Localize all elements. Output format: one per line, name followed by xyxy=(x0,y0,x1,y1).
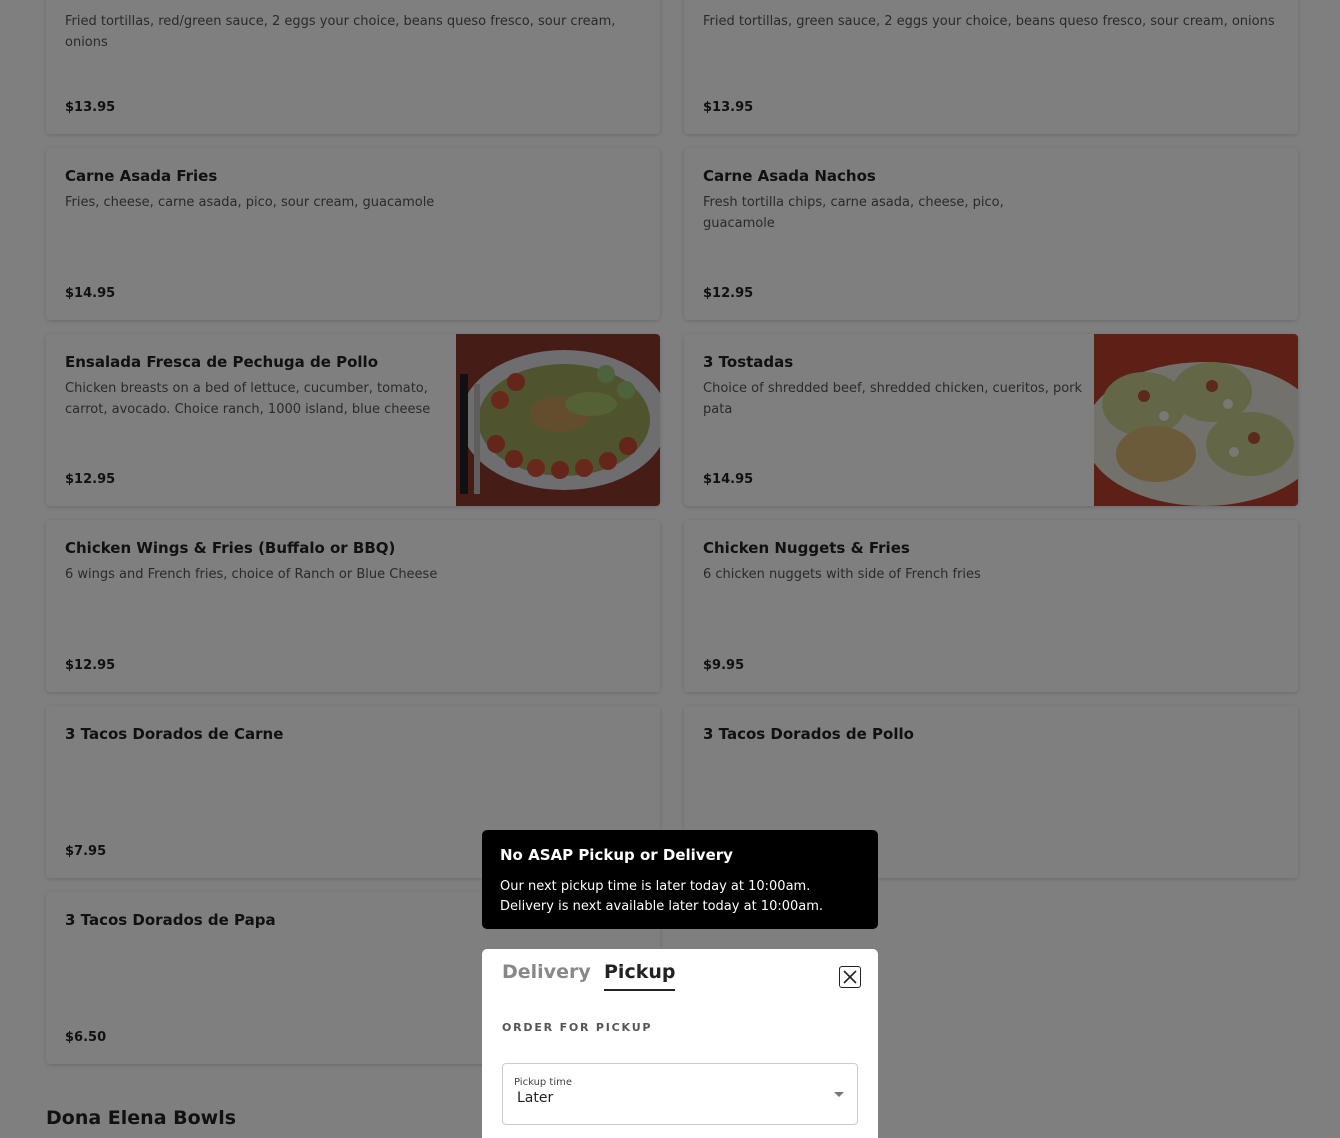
notice-pickup-line: Our next pickup time is later today at 1… xyxy=(500,879,811,894)
chevron-down-icon xyxy=(834,1092,844,1097)
notice-delivery-line: Delivery is next available later today a… xyxy=(500,899,824,914)
order-mode-dialog: Delivery Pickup ORDER FOR PICKUP Pickup … xyxy=(482,949,878,1138)
tab-pickup[interactable]: Pickup xyxy=(604,961,676,991)
availability-notice: No ASAP Pickup or Delivery Our next pick… xyxy=(482,830,878,929)
notice-title: No ASAP Pickup or Delivery xyxy=(500,846,733,864)
pickup-time-select[interactable]: Pickup time Later xyxy=(502,1063,858,1125)
pickup-time-label: Pickup time xyxy=(514,1077,573,1088)
close-button[interactable] xyxy=(839,966,861,988)
tab-delivery[interactable]: Delivery xyxy=(502,961,591,989)
pickup-time-value: Later xyxy=(517,1090,554,1106)
close-icon xyxy=(843,970,857,984)
order-for-pickup-label: ORDER FOR PICKUP xyxy=(502,1021,653,1034)
